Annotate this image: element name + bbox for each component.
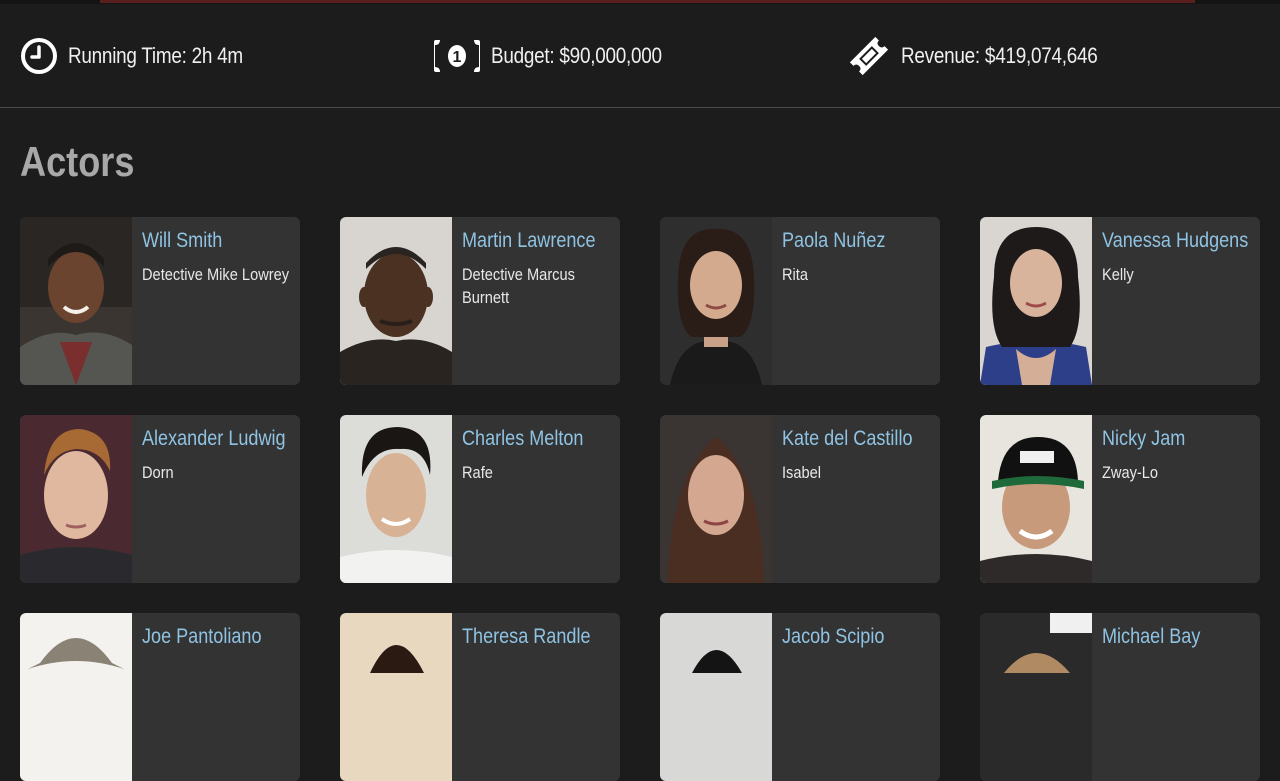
actor-photo <box>660 415 772 583</box>
character-name: Detective Mike Lowrey <box>142 265 290 284</box>
actor-card[interactable]: Martin Lawrence Detective Marcus Burnett <box>340 217 620 385</box>
svg-text:1: 1 <box>453 49 462 66</box>
running-time-stat: Running Time: 2h 4m <box>20 36 271 76</box>
character-name: Isabel <box>782 463 822 482</box>
actor-name-link[interactable]: Will Smith <box>142 227 292 255</box>
actor-name-link[interactable]: Nicky Jam <box>1102 425 1252 453</box>
actor-card[interactable]: Will Smith Detective Mike Lowrey <box>20 217 300 385</box>
movie-stats-bar: Running Time: 2h 4m 1 Budget: $90,000,00… <box>0 4 1280 108</box>
actor-name-link[interactable]: Charles Melton <box>462 425 612 453</box>
character-name: Rita <box>782 265 809 284</box>
character-name: Rafe <box>462 463 493 482</box>
clock-icon <box>20 36 62 76</box>
running-time-text: Running Time: 2h 4m <box>68 43 243 68</box>
actor-card[interactable]: Michael Bay <box>980 613 1260 781</box>
actor-photo <box>340 613 452 781</box>
revenue-text: Revenue: $419,074,646 <box>901 43 1098 68</box>
actor-name-link[interactable]: Theresa Randle <box>462 623 612 651</box>
character-name: Zway-Lo <box>1102 463 1159 482</box>
actor-photo <box>980 217 1092 385</box>
money-icon: 1 <box>433 36 491 76</box>
revenue-stat: Revenue: $419,074,646 <box>847 36 1130 76</box>
actors-heading: Actors <box>20 138 135 185</box>
actor-name-link[interactable]: Kate del Castillo <box>782 425 932 453</box>
actor-photo <box>20 217 132 385</box>
actor-card[interactable]: Charles Melton Rafe <box>340 415 620 583</box>
character-name: Detective Marcus Burnett <box>462 265 575 307</box>
actor-photo <box>660 613 772 781</box>
budget-text: Budget: $90,000,000 <box>491 43 662 68</box>
actor-card[interactable]: Alexander Ludwig Dorn <box>20 415 300 583</box>
actor-photo <box>980 415 1092 583</box>
actor-photo <box>20 613 132 781</box>
actor-card[interactable]: Paola Nuñez Rita <box>660 217 940 385</box>
actor-card[interactable]: Joe Pantoliano <box>20 613 300 781</box>
actor-name-link[interactable]: Jacob Scipio <box>782 623 932 651</box>
actor-card[interactable]: Kate del Castillo Isabel <box>660 415 940 583</box>
actor-card[interactable]: Theresa Randle <box>340 613 620 781</box>
actor-photo <box>340 217 452 385</box>
budget-stat: 1 Budget: $90,000,000 <box>433 36 690 76</box>
actor-photo <box>20 415 132 583</box>
actor-name-link[interactable]: Alexander Ludwig <box>142 425 292 453</box>
actor-name-link[interactable]: Joe Pantoliano <box>142 623 292 651</box>
character-name: Dorn <box>142 463 174 482</box>
actor-card[interactable]: Jacob Scipio <box>660 613 940 781</box>
ticket-icon <box>847 36 901 76</box>
actor-card[interactable]: Nicky Jam Zway-Lo <box>980 415 1260 583</box>
actor-photo <box>980 613 1092 781</box>
actor-card[interactable]: Vanessa Hudgens Kelly <box>980 217 1260 385</box>
actor-photo <box>340 415 452 583</box>
character-name: Kelly <box>1102 265 1134 284</box>
actor-name-link[interactable]: Michael Bay <box>1102 623 1252 651</box>
actor-photo <box>660 217 772 385</box>
actor-name-link[interactable]: Martin Lawrence <box>462 227 612 255</box>
actor-name-link[interactable]: Vanessa Hudgens <box>1102 227 1252 255</box>
actor-name-link[interactable]: Paola Nuñez <box>782 227 932 255</box>
